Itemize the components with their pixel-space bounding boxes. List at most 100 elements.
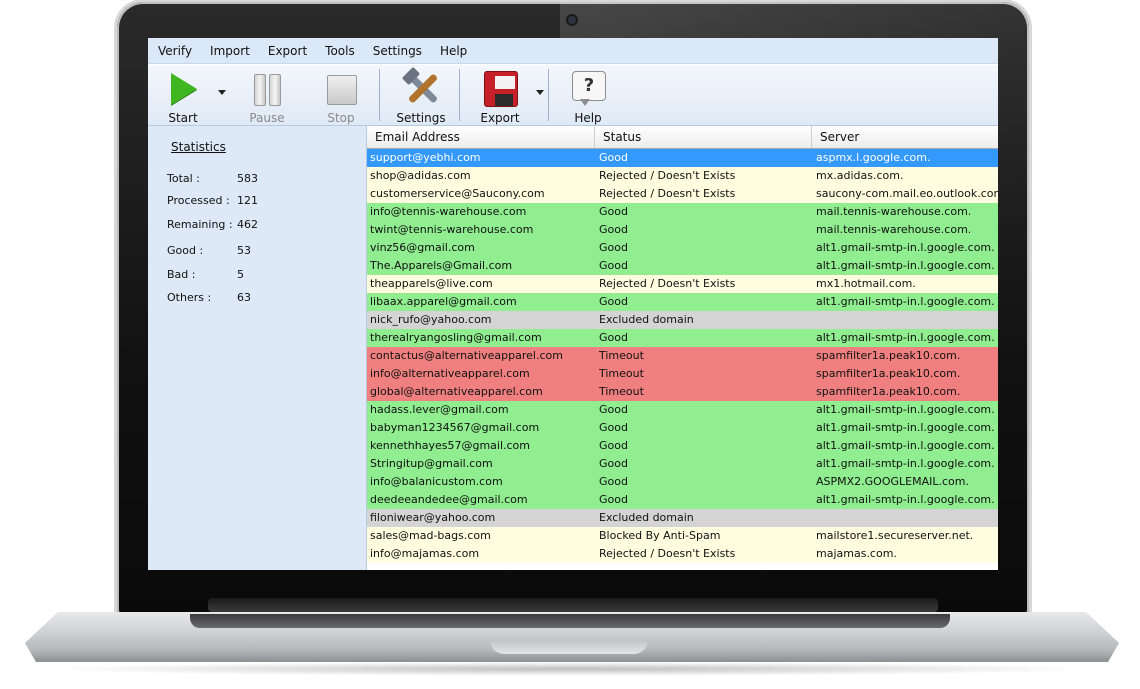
server-cell: alt1.gmail-smtp-in.l.google.com.	[816, 241, 995, 254]
status-cell: Good	[599, 331, 628, 344]
server-cell: alt1.gmail-smtp-in.l.google.com.	[816, 295, 995, 308]
stat-remaining-value: 462	[237, 218, 258, 231]
email-cell: The.Apparels@Gmail.com	[370, 259, 513, 272]
export-button[interactable]: Export	[478, 65, 522, 125]
laptop-base-lip	[190, 614, 950, 628]
server-cell: mail.tennis-warehouse.com.	[816, 205, 972, 218]
server-cell: spamfilter1a.peak10.com.	[816, 385, 961, 398]
table-row[interactable]: kennethhayes57@gmail.com Good alt1.gmail-s…	[367, 437, 998, 455]
start-button[interactable]: Start	[162, 65, 204, 125]
toolbar-separator	[379, 69, 380, 121]
status-cell: Timeout	[599, 367, 644, 380]
stat-bad-value: 5	[237, 268, 244, 281]
help-button[interactable]: ? Help	[567, 65, 609, 125]
server-cell: mailstore1.secureserver.net.	[816, 529, 974, 542]
grid-rows: support@yebhi.com Good aspmx.l.google.com.…	[367, 149, 998, 563]
menu-help[interactable]: Help	[438, 42, 469, 60]
table-row[interactable]: customerservice@Saucony.com Rejected / Do…	[367, 185, 998, 203]
server-cell	[816, 311, 998, 329]
stat-processed-label: Processed :	[167, 194, 230, 207]
status-cell: Rejected / Doesn't Exists	[599, 277, 736, 290]
status-cell: Rejected / Doesn't Exists	[599, 187, 736, 200]
email-cell: hadass.lever@gmail.com	[370, 403, 509, 416]
email-cell: nick_rufo@yahoo.com	[370, 313, 492, 326]
server-cell: alt1.gmail-smtp-in.l.google.com.	[816, 403, 995, 416]
menu-bar: Verify Import Export Tools Settings Help	[148, 38, 998, 64]
menu-import[interactable]: Import	[208, 42, 252, 60]
stop-button[interactable]: Stop	[320, 65, 362, 125]
toolbar-separator	[548, 69, 549, 121]
server-cell: alt1.gmail-smtp-in.l.google.com.	[816, 331, 995, 344]
email-cell: info@majamas.com	[370, 547, 480, 560]
table-row[interactable]: global@alternativeapparel.com Timeout spam…	[367, 383, 998, 401]
table-row[interactable]: babyman1234567@gmail.com Good alt1.gmail-s…	[367, 419, 998, 437]
email-cell: libaax.apparel@gmail.com	[370, 295, 517, 308]
email-cell: twint@tennis-warehouse.com	[370, 223, 534, 236]
table-row[interactable]: libaax.apparel@gmail.com Good alt1.gmail-s…	[367, 293, 998, 311]
table-row[interactable]: therealryangosling@gmail.com Good alt1.gma…	[367, 329, 998, 347]
settings-button[interactable]: Settings	[396, 65, 446, 125]
table-row[interactable]: hadass.lever@gmail.com Good alt1.gmail-smt…	[367, 401, 998, 419]
server-cell: mx.adidas.com.	[816, 169, 904, 182]
email-cell: info@alternativeapparel.com	[370, 367, 530, 380]
table-row[interactable]: vinz56@gmail.com Good alt1.gmail-smtp-in.l…	[367, 239, 998, 257]
table-row[interactable]: support@yebhi.com Good aspmx.l.google.com.	[367, 149, 998, 167]
start-dropdown-arrow-icon[interactable]	[218, 90, 226, 95]
email-cell: info@balanicustom.com	[370, 475, 503, 488]
table-row[interactable]: shop@adidas.com Rejected / Doesn't Exists…	[367, 167, 998, 185]
table-row[interactable]: theapparels@live.com Rejected / Doesn't E…	[367, 275, 998, 293]
help-label: Help	[574, 111, 602, 125]
start-label: Start	[168, 111, 198, 125]
table-row[interactable]: sales@mad-bags.com Blocked By Anti-Spam ma…	[367, 527, 998, 545]
server-cell: alt1.gmail-smtp-in.l.google.com.	[816, 259, 995, 272]
table-row[interactable]: nick_rufo@yahoo.com Excluded domain	[367, 311, 998, 329]
email-cell: filoniwear@yahoo.com	[370, 511, 496, 524]
export-dropdown-arrow-icon[interactable]	[536, 90, 544, 95]
status-cell: Good	[599, 223, 628, 236]
server-cell: mx1.hotmail.com.	[816, 277, 916, 290]
status-cell: Blocked By Anti-Spam	[599, 529, 721, 542]
email-cell: theapparels@live.com	[370, 277, 493, 290]
column-header-email[interactable]: Email Address	[367, 126, 595, 148]
menu-verify[interactable]: Verify	[156, 42, 194, 60]
table-row[interactable]: filoniwear@yahoo.com Excluded domain	[367, 509, 998, 527]
server-cell: alt1.gmail-smtp-in.l.google.com.	[816, 421, 995, 434]
statistics-title: Statistics	[171, 140, 226, 154]
column-header-status[interactable]: Status	[595, 126, 812, 148]
stat-others-value: 63	[237, 291, 251, 304]
status-cell: Good	[599, 151, 628, 164]
menu-settings[interactable]: Settings	[371, 42, 424, 60]
server-cell	[816, 509, 998, 527]
menu-export[interactable]: Export	[266, 42, 309, 60]
status-cell: Excluded domain	[599, 313, 694, 326]
laptop-shadow	[40, 662, 1100, 676]
export-label: Export	[480, 111, 520, 125]
server-cell: ASPMX2.GOOGLEMAIL.com.	[816, 475, 969, 488]
table-row[interactable]: info@tennis-warehouse.com Good mail.tennis…	[367, 203, 998, 221]
help-icon: ?	[568, 69, 608, 108]
email-cell: sales@mad-bags.com	[370, 529, 491, 542]
table-row[interactable]: Stringitup@gmail.com Good alt1.gmail-smtp-…	[367, 455, 998, 473]
table-row[interactable]: contactus@alternativeapparel.com Timeout s…	[367, 347, 998, 365]
table-row[interactable]: info@majamas.com Rejected / Doesn't Exist…	[367, 545, 998, 563]
column-header-server[interactable]: Server	[812, 126, 998, 148]
email-cell: global@alternativeapparel.com	[370, 385, 543, 398]
server-cell: alt1.gmail-smtp-in.l.google.com.	[816, 493, 995, 506]
email-cell: contactus@alternativeapparel.com	[370, 349, 563, 362]
table-row[interactable]: info@balanicustom.com Good ASPMX2.GOOGLEMA…	[367, 473, 998, 491]
stat-good-value: 53	[237, 244, 251, 257]
settings-label: Settings	[396, 111, 446, 125]
email-cell: support@yebhi.com	[370, 151, 481, 164]
email-cell: babyman1234567@gmail.com	[370, 421, 540, 434]
status-cell: Good	[599, 439, 628, 452]
pause-button[interactable]: Pause	[246, 65, 288, 125]
stat-processed-value: 121	[237, 194, 258, 207]
stop-label: Stop	[327, 111, 355, 125]
table-row[interactable]: deedeeandedee@gmail.com Good alt1.gmail-sm…	[367, 491, 998, 509]
table-row[interactable]: The.Apparels@Gmail.com Good alt1.gmail-smt…	[367, 257, 998, 275]
table-row[interactable]: twint@tennis-warehouse.com Good mail.tenni…	[367, 221, 998, 239]
menu-tools[interactable]: Tools	[323, 42, 357, 60]
server-cell: spamfilter1a.peak10.com.	[816, 349, 961, 362]
status-cell: Rejected / Doesn't Exists	[599, 169, 736, 182]
table-row[interactable]: info@alternativeapparel.com Timeout spamfi…	[367, 365, 998, 383]
